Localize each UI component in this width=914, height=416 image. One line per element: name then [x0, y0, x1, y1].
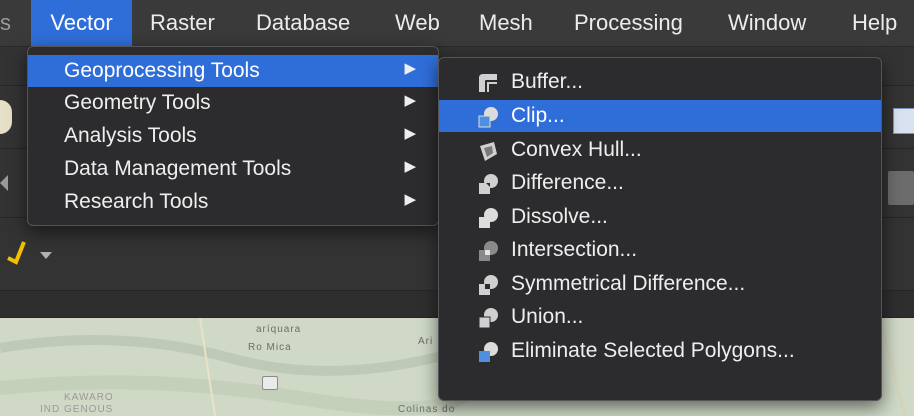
menu-item-label: Buffer...	[511, 70, 583, 93]
submenu-arrow-icon: ▶	[404, 92, 416, 109]
intersection-icon	[479, 241, 498, 261]
menu-item-label: Clip...	[511, 104, 565, 127]
menu-item-convex-hull[interactable]: Convex Hull...	[439, 134, 881, 166]
menu-processing[interactable]: Processing	[574, 0, 683, 46]
map-label: KAWARO	[64, 392, 114, 403]
submenu-arrow-icon: ▶	[404, 60, 416, 77]
difference-icon	[479, 174, 498, 194]
dissolve-icon	[479, 208, 498, 228]
geoprocessing-submenu: Buffer... Clip... Convex Hull... Differe…	[438, 57, 882, 401]
map-label: Ari	[418, 336, 434, 347]
menu-item-geometry-tools[interactable]: Geometry Tools ▶	[28, 87, 438, 119]
menubar: s Vector Raster Database Web Mesh Proces…	[0, 0, 914, 47]
menu-item-label: Convex Hull...	[511, 138, 642, 161]
menu-item-label: Geoprocessing Tools	[64, 59, 260, 82]
menu-item-eliminate-selected-polygons[interactable]: Eliminate Selected Polygons...	[439, 335, 881, 367]
menu-item-union[interactable]: Union...	[439, 301, 881, 333]
menu-item-buffer[interactable]: Buffer...	[439, 66, 881, 98]
menu-item-label: Eliminate Selected Polygons...	[511, 339, 795, 362]
map-label: IND GENOUS	[40, 404, 114, 415]
toolbar-arrow-icon[interactable]	[0, 175, 8, 191]
menu-item-label: Difference...	[511, 171, 624, 194]
symmetrical-difference-icon	[479, 275, 498, 295]
map-label: aríquara	[256, 324, 302, 335]
menu-item-data-management-tools[interactable]: Data Management Tools ▶	[28, 153, 438, 185]
menu-item-intersection[interactable]: Intersection...	[439, 234, 881, 266]
attribute-table-icon[interactable]	[893, 108, 914, 134]
menu-item-label: Research Tools	[64, 190, 209, 213]
union-icon	[478, 308, 498, 329]
convex-hull-icon	[480, 142, 497, 161]
menu-item-geoprocessing-tools[interactable]: Geoprocessing Tools ▶	[28, 55, 438, 87]
menu-window[interactable]: Window	[728, 0, 806, 46]
map-label: Colinas do	[398, 404, 456, 415]
buffer-icon	[479, 74, 497, 92]
submenu-arrow-icon: ▶	[404, 125, 416, 142]
menu-help[interactable]: Help	[852, 0, 897, 46]
menu-item-label: Intersection...	[511, 238, 638, 261]
menu-item-dissolve[interactable]: Dissolve...	[439, 201, 881, 233]
submenu-arrow-icon: ▶	[404, 158, 416, 175]
chevron-down-icon[interactable]	[40, 252, 52, 259]
menu-item-label: Analysis Tools	[64, 124, 197, 147]
menu-database[interactable]: Database	[256, 0, 350, 46]
menu-vector[interactable]: Vector	[31, 0, 132, 46]
toolbar-doc-icon[interactable]	[888, 171, 914, 205]
map-poi-icon	[262, 376, 278, 390]
vector-menu: Geoprocessing Tools ▶ Geometry Tools ▶ A…	[27, 46, 439, 226]
menu-item-symmetrical-difference[interactable]: Symmetrical Difference...	[439, 268, 881, 300]
menu-item-research-tools[interactable]: Research Tools ▶	[28, 186, 438, 218]
menu-truncated[interactable]: s	[0, 0, 12, 46]
eliminate-polygons-icon	[479, 342, 498, 362]
menu-item-label: Data Management Tools	[64, 157, 292, 180]
menu-item-label: Symmetrical Difference...	[511, 272, 746, 295]
digitize-icon[interactable]	[4, 240, 28, 268]
menu-web[interactable]: Web	[395, 0, 440, 46]
menu-item-label: Dissolve...	[511, 205, 608, 228]
submenu-arrow-icon: ▶	[404, 191, 416, 208]
clip-icon	[478, 107, 498, 128]
menu-item-difference[interactable]: Difference...	[439, 167, 881, 199]
menu-item-clip[interactable]: Clip...	[439, 100, 881, 132]
menu-mesh[interactable]: Mesh	[479, 0, 533, 46]
menu-raster[interactable]: Raster	[150, 0, 215, 46]
toolbar-partial-icon[interactable]	[0, 100, 12, 134]
menu-item-label: Union...	[511, 305, 584, 328]
menu-item-analysis-tools[interactable]: Analysis Tools ▶	[28, 120, 438, 152]
menu-item-label: Geometry Tools	[64, 91, 211, 114]
map-label: Ro Mica	[248, 342, 292, 353]
